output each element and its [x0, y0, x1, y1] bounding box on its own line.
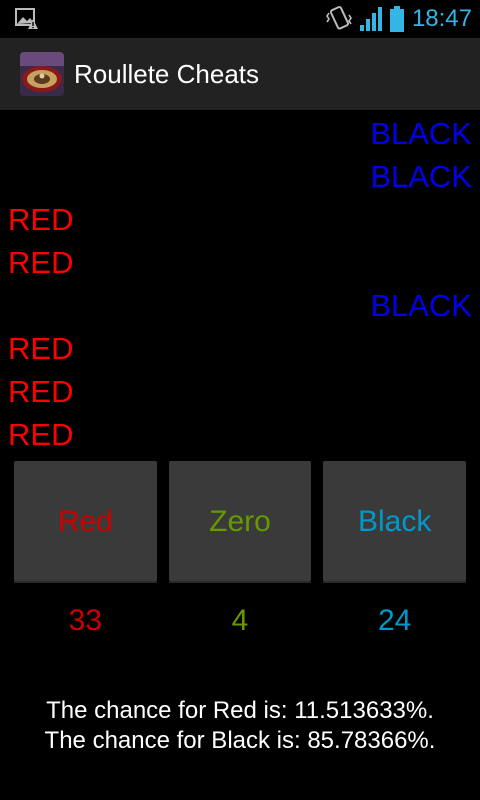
black-chance-text: The chance for Black is: 85.78366%. — [44, 727, 436, 754]
clock: 18:47 — [411, 5, 472, 32]
history-item: RED — [8, 331, 74, 366]
zero-count: 4 — [231, 604, 249, 637]
black-count: 24 — [377, 604, 412, 637]
result-buttons: Red Zero Black — [14, 461, 467, 583]
status-bar: 18:47 — [0, 0, 480, 38]
history-item: BLACK — [370, 116, 472, 151]
roulette-app-icon[interactable] — [20, 52, 64, 96]
action-bar: Roullete Cheats — [0, 38, 480, 110]
spin-history-list: BLACK BLACK RED RED BLACK RED RED RED — [0, 112, 480, 456]
result-counts: 33 4 24 — [14, 604, 466, 638]
zero-button[interactable]: Zero — [168, 461, 312, 583]
history-item: BLACK — [370, 288, 472, 323]
red-count: 33 — [68, 604, 103, 637]
battery-icon — [389, 6, 404, 32]
history-item: RED — [8, 374, 74, 409]
chance-summary: The chance for Red is: 11.513633%. The c… — [0, 696, 480, 756]
app-title: Roullete Cheats — [74, 58, 259, 89]
history-item: RED — [8, 417, 74, 452]
red-button[interactable]: Red — [14, 461, 157, 583]
signal-icon — [359, 7, 382, 31]
black-button[interactable]: Black — [323, 461, 467, 583]
image-warning-icon — [15, 8, 38, 29]
history-item: RED — [8, 245, 74, 280]
history-item: RED — [8, 202, 74, 237]
red-chance-text: The chance for Red is: 11.513633%. — [46, 697, 434, 724]
history-item: BLACK — [370, 159, 472, 194]
vibrate-icon — [325, 6, 352, 30]
